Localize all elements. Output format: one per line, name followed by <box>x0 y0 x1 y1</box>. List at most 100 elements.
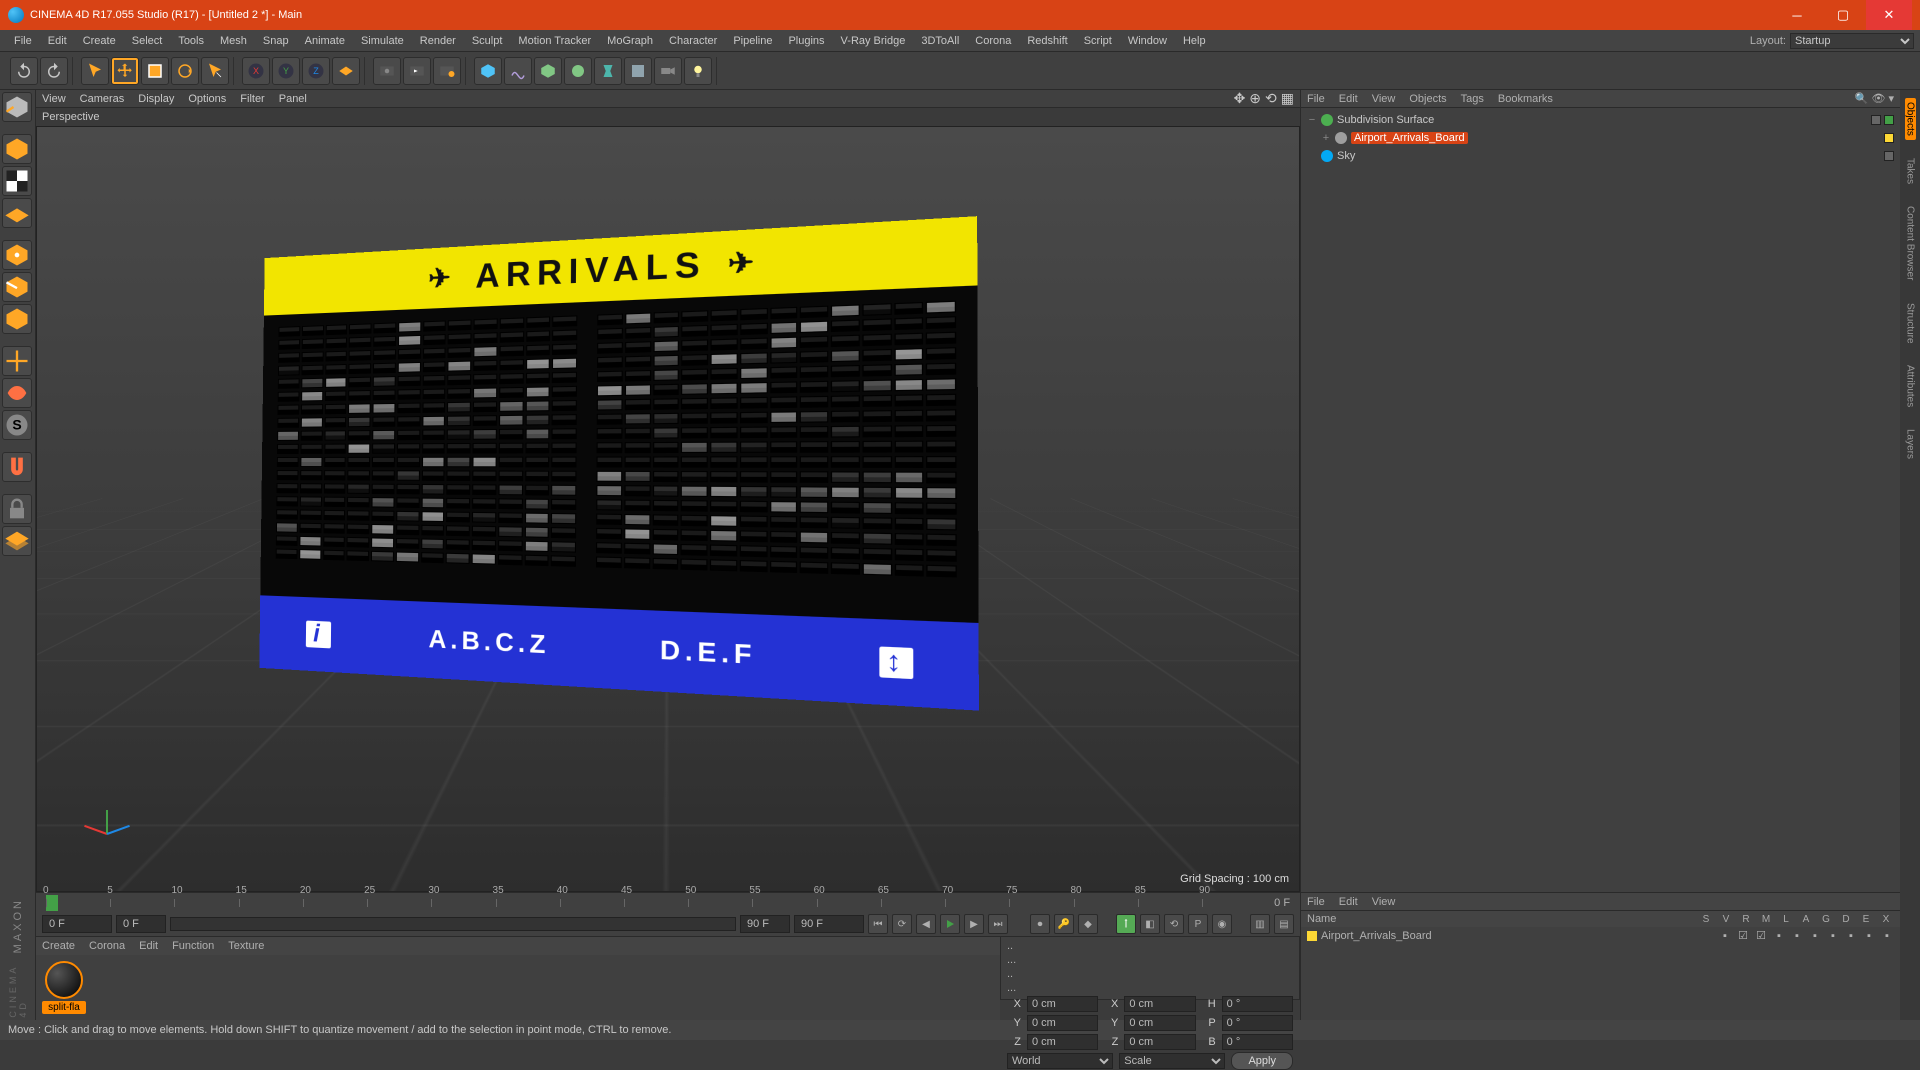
make-editable[interactable] <box>2 92 32 122</box>
material-swatch[interactable]: split-fla <box>42 961 86 1014</box>
add-light[interactable] <box>684 57 712 85</box>
rotate-tool[interactable] <box>171 57 199 85</box>
expand-icon[interactable]: + <box>1321 132 1331 144</box>
menu-snap[interactable]: Snap <box>255 30 297 52</box>
layer-cb-A[interactable]: ▪ <box>1808 930 1822 942</box>
size-z[interactable] <box>1124 1034 1195 1050</box>
undo-button[interactable] <box>10 57 38 85</box>
mat-menu-create[interactable]: Create <box>42 940 75 952</box>
apply-button[interactable]: Apply <box>1231 1052 1293 1070</box>
size-y[interactable] <box>1124 1015 1195 1031</box>
add-camera[interactable] <box>654 57 682 85</box>
keyframe-sel[interactable]: ◆ <box>1078 914 1098 934</box>
fcurve-button[interactable]: ▤ <box>1274 914 1294 934</box>
range-end[interactable] <box>794 915 864 933</box>
pos-y[interactable] <box>1027 1015 1098 1031</box>
add-deformer[interactable] <box>594 57 622 85</box>
add-spline[interactable] <box>504 57 532 85</box>
coord-menu-item[interactable]: ... <box>1007 982 1293 994</box>
layer-cb-R[interactable]: ☑ <box>1754 929 1768 942</box>
render-settings[interactable] <box>433 57 461 85</box>
layer-color-swatch[interactable] <box>1307 931 1317 941</box>
goto-end[interactable]: ⏭ <box>988 914 1008 934</box>
key-pla[interactable]: ◉ <box>1212 914 1232 934</box>
coord-mode[interactable]: Scale <box>1119 1053 1225 1069</box>
minimize-button[interactable]: ─ <box>1774 0 1820 30</box>
menu-sculpt[interactable]: Sculpt <box>464 30 511 52</box>
menu-simulate[interactable]: Simulate <box>353 30 412 52</box>
record-button[interactable]: ⏺ <box>1030 914 1050 934</box>
loop-button[interactable]: ⟳ <box>892 914 912 934</box>
vp-orbit-icon[interactable]: ⟲ <box>1265 90 1277 107</box>
add-nurbs[interactable] <box>564 57 592 85</box>
lock-button[interactable] <box>2 494 32 524</box>
layer-cb-X[interactable]: ▪ <box>1880 930 1894 942</box>
tab-takes[interactable]: Takes <box>1905 154 1916 188</box>
tag-icon[interactable] <box>1884 133 1894 143</box>
axis-mode[interactable] <box>2 346 32 376</box>
key-scale[interactable]: ◧ <box>1140 914 1160 934</box>
rot-h[interactable] <box>1222 996 1293 1012</box>
menu-motion-tracker[interactable]: Motion Tracker <box>510 30 599 52</box>
object-tree[interactable]: −Subdivision Surface+Airport_Arrivals_Bo… <box>1301 108 1900 167</box>
search-icon[interactable]: 🔍 <box>1855 92 1869 105</box>
workplane-mode[interactable] <box>2 198 32 228</box>
size-x[interactable] <box>1124 996 1195 1012</box>
menu-redshift[interactable]: Redshift <box>1019 30 1075 52</box>
maximize-button[interactable]: ▢ <box>1820 0 1866 30</box>
z-axis-lock[interactable]: Z <box>302 57 330 85</box>
lay-menu-view[interactable]: View <box>1372 896 1396 908</box>
layer-row[interactable]: Airport_Arrivals_Board ▪☑☑▪▪▪▪▪▪▪ <box>1301 927 1900 944</box>
tab-layers[interactable]: Layers <box>1905 425 1916 463</box>
menu-character[interactable]: Character <box>661 30 725 52</box>
lay-menu-file[interactable]: File <box>1307 896 1325 908</box>
filter-button[interactable] <box>2 526 32 556</box>
vp-menu-panel[interactable]: Panel <box>279 93 307 105</box>
render-view[interactable] <box>373 57 401 85</box>
vp-zoom-icon[interactable]: ⊕ <box>1249 90 1261 107</box>
vp-menu-cameras[interactable]: Cameras <box>80 93 125 105</box>
powerslider-opts[interactable]: ▥ <box>1250 914 1270 934</box>
x-axis-lock[interactable]: X <box>242 57 270 85</box>
timeline-ruler[interactable]: 0510152025303540455055606570758085900 F <box>36 893 1300 913</box>
layer-cb-D[interactable]: ▪ <box>1844 930 1858 942</box>
menu-corona[interactable]: Corona <box>967 30 1019 52</box>
y-axis-lock[interactable]: Y <box>272 57 300 85</box>
layer-cb-L[interactable]: ▪ <box>1790 930 1804 942</box>
menu-file[interactable]: File <box>6 30 40 52</box>
layout-dropdown[interactable]: Startup <box>1790 33 1914 49</box>
menu-v-ray-bridge[interactable]: V-Ray Bridge <box>833 30 914 52</box>
key-param[interactable]: P <box>1188 914 1208 934</box>
coord-menu-item[interactable]: .. <box>1007 940 1293 952</box>
lay-menu-edit[interactable]: Edit <box>1339 896 1358 908</box>
eye-icon[interactable]: 👁 <box>1872 92 1886 105</box>
tree-row[interactable]: Sky <box>1307 148 1894 163</box>
tab-objects[interactable]: Objects <box>1905 98 1916 140</box>
filter-icon[interactable]: ▾ <box>1888 92 1894 105</box>
coord-menu-item[interactable]: ... <box>1007 954 1293 966</box>
obj-menu-tags[interactable]: Tags <box>1461 93 1484 105</box>
pos-x[interactable] <box>1027 996 1098 1012</box>
menu-mograph[interactable]: MoGraph <box>599 30 661 52</box>
mat-menu-corona[interactable]: Corona <box>89 940 125 952</box>
expand-icon[interactable]: − <box>1307 114 1317 126</box>
menu-pipeline[interactable]: Pipeline <box>725 30 780 52</box>
obj-menu-objects[interactable]: Objects <box>1409 93 1446 105</box>
viewport-solo[interactable]: S <box>2 410 32 440</box>
key-rot[interactable]: ⟲ <box>1164 914 1184 934</box>
menu-create[interactable]: Create <box>75 30 124 52</box>
arrivals-board-model[interactable]: ✈ ARRIVALS ✈ i A.B.C.Z D.E.F ↕ <box>259 216 979 710</box>
current-frame[interactable] <box>116 915 166 933</box>
vp-menu-display[interactable]: Display <box>138 93 174 105</box>
mat-menu-function[interactable]: Function <box>172 940 214 952</box>
tab-attributes[interactable]: Attributes <box>1905 361 1916 411</box>
menu-script[interactable]: Script <box>1076 30 1120 52</box>
texture-mode[interactable] <box>2 166 32 196</box>
layer-cb-G[interactable]: ▪ <box>1826 930 1840 942</box>
tweak-mode[interactable] <box>2 378 32 408</box>
play-button[interactable] <box>940 914 960 934</box>
recent-tool[interactable] <box>201 57 229 85</box>
coord-system[interactable] <box>332 57 360 85</box>
obj-menu-edit[interactable]: Edit <box>1339 93 1358 105</box>
menu-select[interactable]: Select <box>124 30 171 52</box>
